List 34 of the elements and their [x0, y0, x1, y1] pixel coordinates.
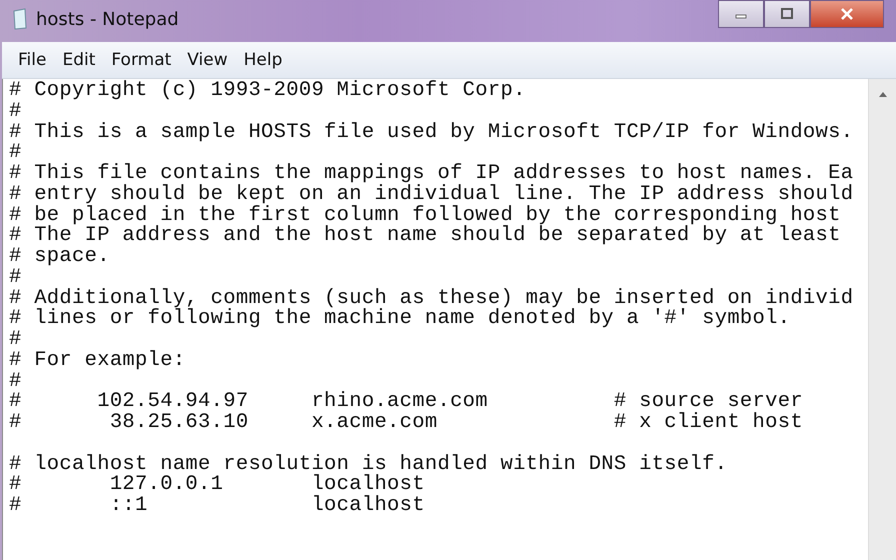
text-line: # entry should be kept on an individual line. The IP address should [9, 184, 854, 206]
maximize-icon [780, 8, 794, 20]
text-line: # 127.0.0.1 localhost [9, 475, 425, 496]
menu-item[interactable]: Edit [54, 50, 104, 70]
notepad-icon [12, 8, 28, 30]
menu-item[interactable]: Format [103, 50, 180, 70]
text-line: # 102.54.94.97 rhino.acme.com # source server [9, 392, 803, 413]
menu-item[interactable]: Help [236, 50, 290, 70]
text-line: # For example: [9, 350, 186, 372]
text-line: # The IP address and the host name should be separated by at least [9, 226, 841, 247]
text-line: # be placed in the first column followed by the corresponding host [9, 206, 841, 226]
text-line: # 38.25.63.10 x.acme.com # x client host [9, 413, 803, 434]
menu-item[interactable]: File [10, 50, 54, 70]
scrollbar[interactable] [868, 79, 896, 560]
text-line: # Additionally, comments (such as these) may be inserted on individ [9, 288, 854, 310]
text-line: # [9, 143, 22, 164]
menu-item[interactable]: View [179, 50, 236, 70]
close-icon [840, 8, 854, 20]
text-line: # ::1 localhost [9, 496, 425, 517]
maximize-button[interactable] [764, 0, 810, 28]
text-line: # This is a sample HOSTS file used by Microsoft TCP/IP for Windows. [9, 122, 854, 144]
scroll-up-icon[interactable] [878, 91, 888, 97]
text-line: # [9, 372, 22, 392]
text-line: # localhost name resolution is handled within DNS itself. [9, 454, 728, 476]
text-line: # [9, 268, 22, 288]
minimize-button[interactable] [718, 0, 764, 28]
text-line: # This file contains the mappings of IP addresses to host names. Ea [9, 164, 854, 185]
window-title: hosts - Notepad [36, 8, 179, 32]
text-line: # [9, 102, 22, 122]
close-button[interactable] [810, 0, 884, 28]
text-line: # Copyright (c) 1993-2009 Microsoft Corp. [9, 81, 526, 102]
text-line: # lines or following the machine name denoted by a '#' symbol. [9, 309, 790, 330]
text-line: # [9, 330, 22, 351]
text-line: # space. [9, 247, 110, 268]
